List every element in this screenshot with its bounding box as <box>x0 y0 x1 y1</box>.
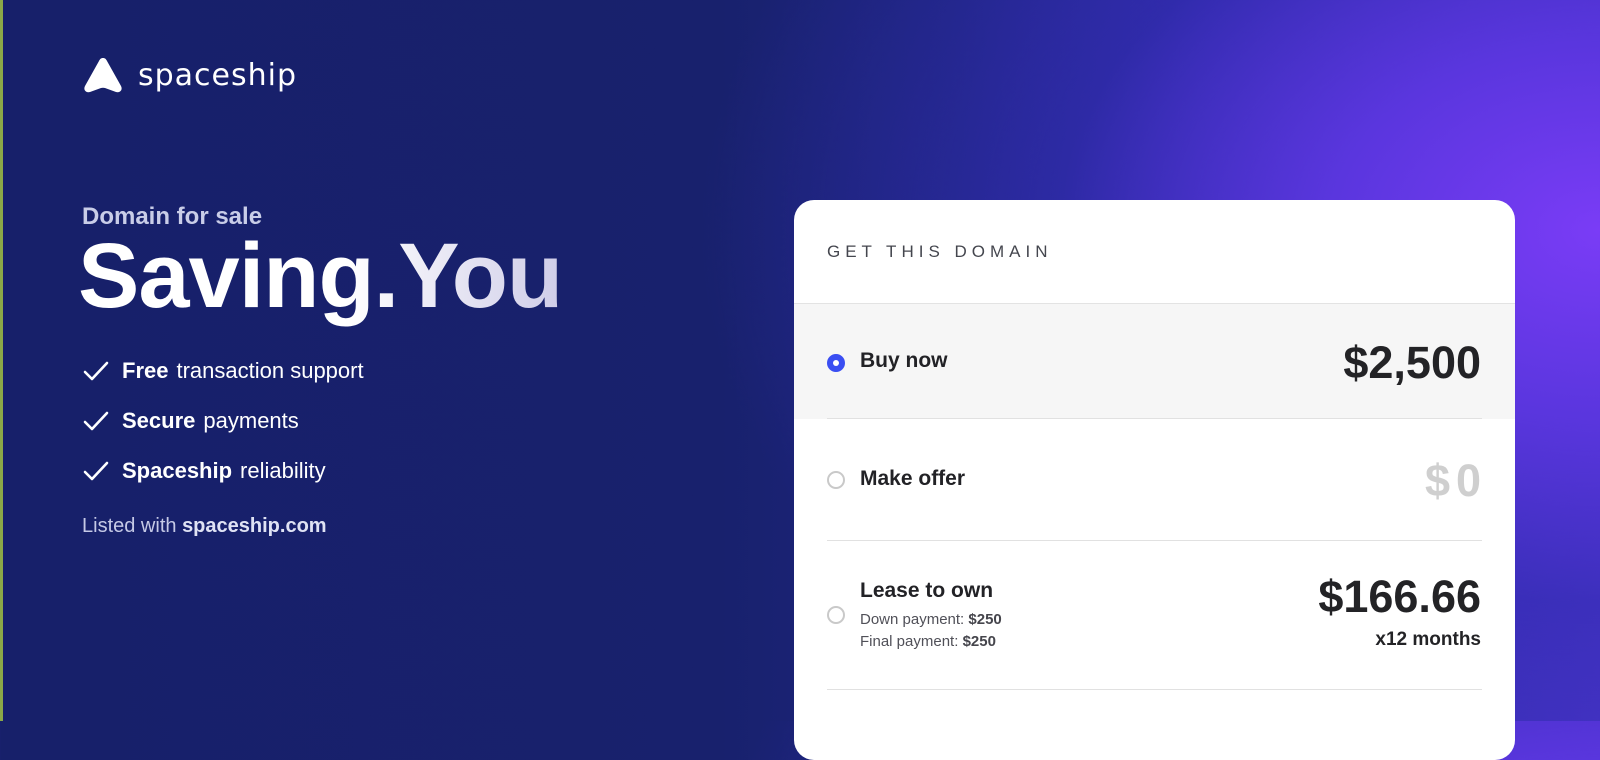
buy-now-radio[interactable] <box>827 354 845 372</box>
domain-name-title: Saving.You <box>78 225 563 327</box>
feature-item: Secure payments <box>82 396 364 446</box>
feature-text: transaction support <box>176 358 364 383</box>
lease-term: x12 months <box>1375 629 1481 650</box>
brand-name: spaceship <box>138 57 298 93</box>
make-offer-price: $0 <box>1424 455 1487 506</box>
feature-text: payments <box>203 408 299 433</box>
option-lease-to-own[interactable]: Lease to own Down payment: $250 Final pa… <box>794 541 1515 690</box>
check-icon <box>83 361 109 381</box>
feature-text: reliability <box>240 458 326 483</box>
spaceship-logo-icon <box>84 58 122 93</box>
lease-monthly-price: $166.66 <box>1318 571 1481 622</box>
lease-to-own-radio[interactable] <box>827 606 845 624</box>
divider <box>827 689 1482 690</box>
listed-with-text: Listed with spaceship.com <box>82 515 327 538</box>
buy-now-price: $2,500 <box>1343 337 1481 388</box>
feature-item: Spaceship reliability <box>82 446 364 496</box>
feature-list: Free transaction support Secure payments… <box>82 346 364 496</box>
down-payment-label: Down payment: <box>860 611 965 628</box>
final-payment-text: Final payment: $250 <box>860 633 996 650</box>
buy-now-label: Buy now <box>860 349 948 372</box>
option-make-offer[interactable]: Make offer $0 <box>794 419 1515 541</box>
get-domain-card: GET THIS DOMAIN Buy now $2,500 Make offe… <box>794 200 1515 760</box>
brand-logo[interactable]: spaceship <box>82 56 297 94</box>
lease-to-own-label: Lease to own <box>860 579 994 602</box>
make-offer-radio[interactable] <box>827 471 845 489</box>
feature-bold: Free <box>122 358 169 383</box>
listed-prefix: Listed with <box>82 515 177 537</box>
final-payment-value: $250 <box>962 633 996 650</box>
feature-bold: Secure <box>122 408 196 433</box>
left-edge-bar <box>0 0 3 721</box>
option-buy-now[interactable]: Buy now $2,500 <box>794 304 1515 419</box>
listed-site-link[interactable]: spaceship.com <box>182 515 327 537</box>
make-offer-label: Make offer <box>860 467 966 490</box>
final-payment-label: Final payment: <box>860 633 959 650</box>
feature-bold: Spaceship <box>122 458 233 483</box>
check-icon <box>83 411 109 431</box>
check-icon <box>83 461 109 481</box>
feature-item: Free transaction support <box>82 346 364 396</box>
card-title: GET THIS DOMAIN <box>794 200 1515 304</box>
down-payment-text: Down payment: $250 <box>860 611 1002 628</box>
down-payment-value: $250 <box>968 611 1002 628</box>
